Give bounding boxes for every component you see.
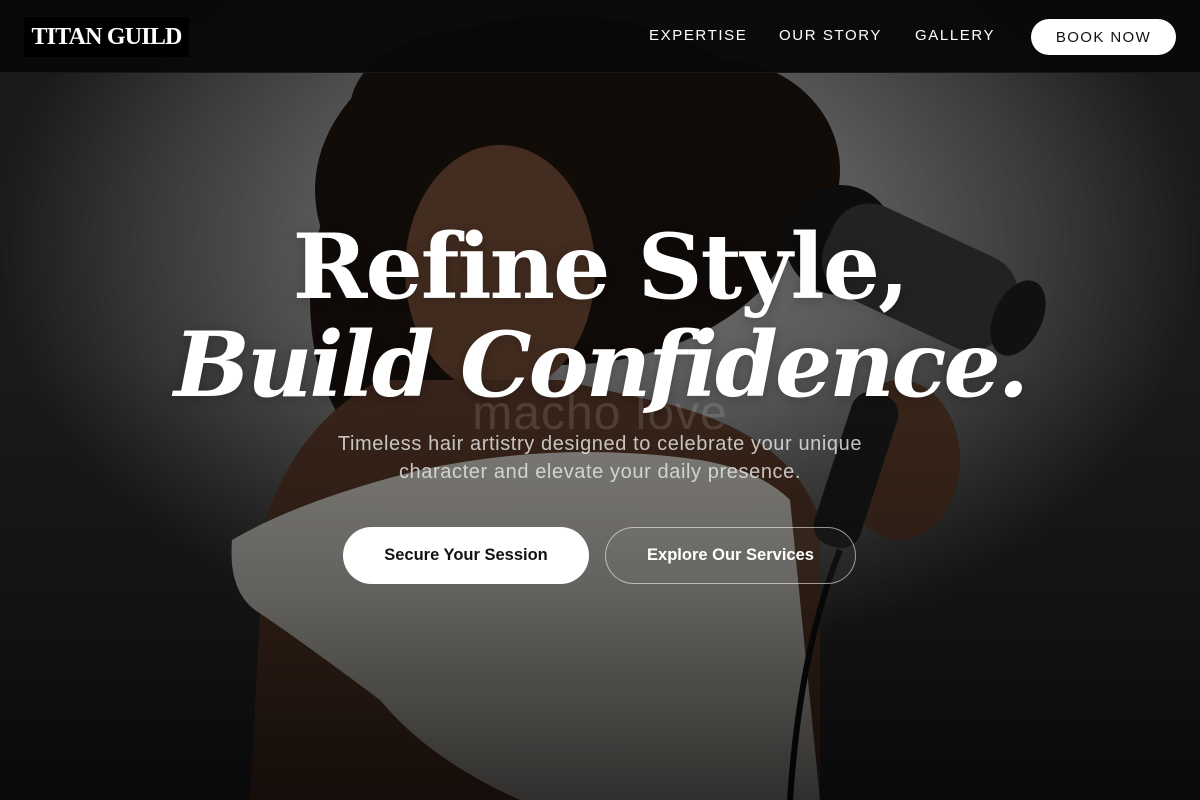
top-navbar: TITAN GUILD EXPERTISE OUR STORY GALLERY … [0,0,1200,73]
nav-link-gallery[interactable]: GALLERY [915,27,995,44]
book-now-button[interactable]: BOOK NOW [1031,19,1176,55]
secure-session-button[interactable]: Secure Your Session [343,527,589,584]
hero-subtitle: Timeless hair artistry designed to celeb… [337,433,863,483]
explore-services-button[interactable]: Explore Our Services [605,527,856,584]
hero-headline-line2: Build Confidence. [173,312,1029,418]
nav-link-our-story[interactable]: OUR STORY [779,27,882,44]
nav-link-expertise[interactable]: EXPERTISE [649,27,747,44]
nav-links: EXPERTISE OUR STORY GALLERY [0,27,1200,47]
hero-headline-line1: Refine Style, [292,214,910,320]
